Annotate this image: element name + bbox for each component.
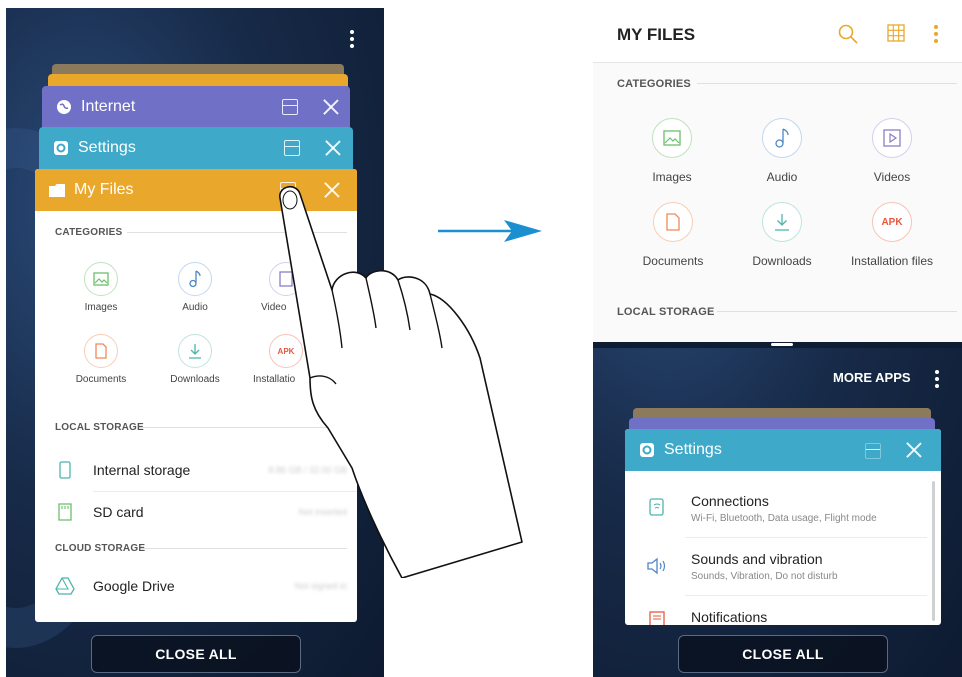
category-images[interactable]: Images xyxy=(71,262,131,313)
cloud-value: Not signed in xyxy=(294,581,347,591)
right-phone-screen: MY FILES CATEGORIES Images Audio Videos … xyxy=(593,8,962,677)
close-all-button[interactable]: CLOSE ALL xyxy=(678,635,888,673)
split-handle[interactable] xyxy=(771,343,793,346)
category-documents[interactable]: Documents xyxy=(65,334,137,385)
card-title: Settings xyxy=(78,139,136,156)
card-title: Internet xyxy=(81,98,136,115)
local-storage-heading: LOCAL STORAGE xyxy=(55,422,144,433)
notifications-icon xyxy=(649,611,665,625)
more-options-icon[interactable] xyxy=(934,370,940,388)
split-top-window: MY FILES CATEGORIES Images Audio Videos … xyxy=(593,8,962,342)
category-label: Images xyxy=(652,170,692,184)
category-audio[interactable]: Audio xyxy=(747,118,817,184)
grid-view-icon[interactable] xyxy=(887,24,905,47)
settings-item-title: Notifications xyxy=(691,609,768,625)
close-icon[interactable] xyxy=(905,441,923,459)
settings-item-title: Sounds and vibration xyxy=(691,551,823,567)
more-apps-button[interactable]: MORE APPS xyxy=(833,370,911,385)
google-drive-icon xyxy=(55,576,75,596)
apk-icon: APK xyxy=(872,202,912,242)
category-downloads[interactable]: Downloads xyxy=(743,202,821,268)
connections-icon xyxy=(649,497,665,522)
close-icon[interactable] xyxy=(322,98,340,116)
split-screen-icon xyxy=(865,443,881,459)
app-toolbar: MY FILES xyxy=(593,8,962,62)
card-header-internet: Internet xyxy=(42,86,350,128)
category-label: Audio xyxy=(766,170,798,184)
speaker-icon xyxy=(647,557,669,580)
search-icon[interactable] xyxy=(838,24,858,49)
category-downloads[interactable]: Downloads xyxy=(161,334,229,385)
divider xyxy=(717,311,957,312)
category-label: Images xyxy=(84,302,118,313)
globe-icon xyxy=(56,99,72,115)
card-header-settings: Settings xyxy=(39,127,353,169)
document-icon xyxy=(653,202,693,242)
settings-item-notifications[interactable]: Notifications xyxy=(625,601,941,625)
divider xyxy=(685,595,927,596)
sd-card-icon xyxy=(55,502,75,522)
card-header-settings: Settings xyxy=(625,429,941,471)
video-icon xyxy=(872,118,912,158)
storage-label: SD card xyxy=(93,504,144,520)
category-label: Installation files xyxy=(850,254,934,268)
categories-heading: CATEGORIES xyxy=(55,227,123,238)
local-storage-heading: LOCAL STORAGE xyxy=(617,306,715,318)
close-icon[interactable] xyxy=(324,139,342,157)
settings-item-subtitle: Wi-Fi, Bluetooth, Data usage, Flight mod… xyxy=(691,513,877,524)
divider xyxy=(593,62,962,63)
transition-arrow-icon xyxy=(438,220,542,242)
divider xyxy=(697,83,957,84)
music-note-icon xyxy=(762,118,802,158)
category-label: Videos xyxy=(873,170,911,184)
download-icon xyxy=(178,334,212,368)
recent-card-settings[interactable]: Settings Connections Wi-Fi, Bluetooth, D… xyxy=(625,429,941,625)
close-all-button[interactable]: CLOSE ALL xyxy=(91,635,301,673)
folder-icon xyxy=(49,182,65,198)
music-note-icon xyxy=(178,262,212,296)
category-label: Downloads xyxy=(752,254,812,268)
category-audio[interactable]: Audio xyxy=(165,262,225,313)
category-installation-files[interactable]: APK Installation files xyxy=(841,202,943,268)
category-label: Documents xyxy=(75,374,127,385)
cloud-label: Google Drive xyxy=(93,578,175,594)
settings-item-subtitle: Sounds, Vibration, Do not disturb xyxy=(691,571,838,582)
settings-item-sounds[interactable]: Sounds and vibration Sounds, Vibration, … xyxy=(625,543,941,589)
card-title: My Files xyxy=(74,181,134,198)
split-screen-icon[interactable] xyxy=(284,140,300,156)
document-icon xyxy=(84,334,118,368)
image-icon xyxy=(652,118,692,158)
categories-heading: CATEGORIES xyxy=(617,78,691,90)
card-title: Settings xyxy=(664,441,722,458)
settings-item-connections[interactable]: Connections Wi-Fi, Bluetooth, Data usage… xyxy=(625,485,941,531)
category-videos[interactable]: Videos xyxy=(857,118,927,184)
cloud-storage-heading: CLOUD STORAGE xyxy=(55,543,146,554)
gear-icon xyxy=(639,442,655,458)
phone-icon xyxy=(55,460,75,480)
app-title: MY FILES xyxy=(617,25,696,44)
download-icon xyxy=(762,202,802,242)
image-icon xyxy=(84,262,118,296)
gear-icon xyxy=(53,140,69,156)
more-options-icon[interactable] xyxy=(933,25,939,43)
category-documents[interactable]: Documents xyxy=(633,202,713,268)
divider xyxy=(685,537,927,538)
split-divider[interactable] xyxy=(593,342,962,348)
storage-label: Internal storage xyxy=(93,462,191,478)
more-options-icon[interactable] xyxy=(349,30,355,48)
category-label: Documents xyxy=(642,254,704,268)
category-label: Downloads xyxy=(170,374,220,385)
category-images[interactable]: Images xyxy=(637,118,707,184)
settings-item-title: Connections xyxy=(691,493,769,509)
split-screen-icon[interactable] xyxy=(282,99,298,115)
category-label: Audio xyxy=(182,302,208,313)
